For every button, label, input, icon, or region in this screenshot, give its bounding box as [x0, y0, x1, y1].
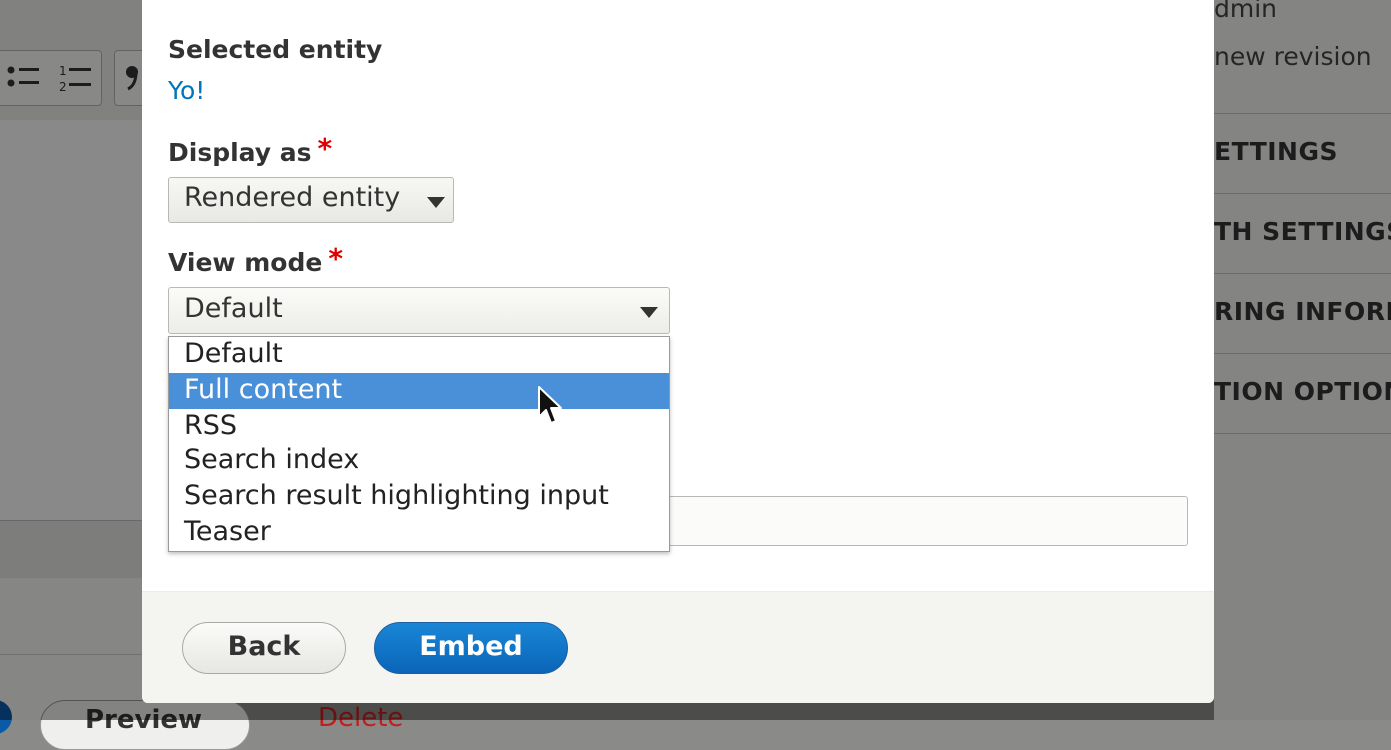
- required-marker: *: [328, 242, 343, 275]
- dialog-content: Selected entity Yo! Display as * Rendered…: [142, 0, 1214, 591]
- mouse-pointer-icon: [538, 386, 562, 424]
- view-mode-label: View mode *: [168, 242, 343, 278]
- required-marker: *: [317, 132, 333, 165]
- display-as-select[interactable]: Rendered entity: [168, 177, 454, 223]
- selected-entity-link[interactable]: Yo!: [168, 76, 205, 105]
- chevron-down-icon: [640, 307, 658, 318]
- view-mode-option-rss[interactable]: RSS: [169, 409, 669, 445]
- view-mode-option-default[interactable]: Default: [169, 337, 669, 373]
- embed-button[interactable]: Embed: [374, 622, 568, 674]
- view-mode-label-text: View mode: [168, 248, 323, 277]
- dialog-footer: Back Embed: [142, 591, 1214, 703]
- view-mode-option-teaser[interactable]: Teaser: [169, 515, 669, 551]
- embed-dialog: Selected entity Yo! Display as * Rendered…: [142, 0, 1214, 703]
- selected-entity-label: Selected entity: [168, 35, 383, 64]
- view-mode-option-search-index[interactable]: Search index: [169, 443, 669, 479]
- view-mode-dropdown-list: Default Full content RSS Search index Se…: [168, 336, 670, 552]
- chevron-down-icon: [427, 197, 445, 208]
- display-as-value: Rendered entity: [184, 182, 401, 213]
- view-mode-option-search-result-highlighting-input[interactable]: Search result highlighting input: [169, 479, 669, 515]
- view-mode-select[interactable]: Default: [168, 287, 670, 334]
- display-as-label-text: Display as: [168, 138, 312, 167]
- view-mode-value: Default: [184, 293, 283, 324]
- view-mode-option-full-content[interactable]: Full content: [169, 373, 669, 409]
- back-button[interactable]: Back: [182, 622, 346, 674]
- display-as-label: Display as *: [168, 132, 333, 168]
